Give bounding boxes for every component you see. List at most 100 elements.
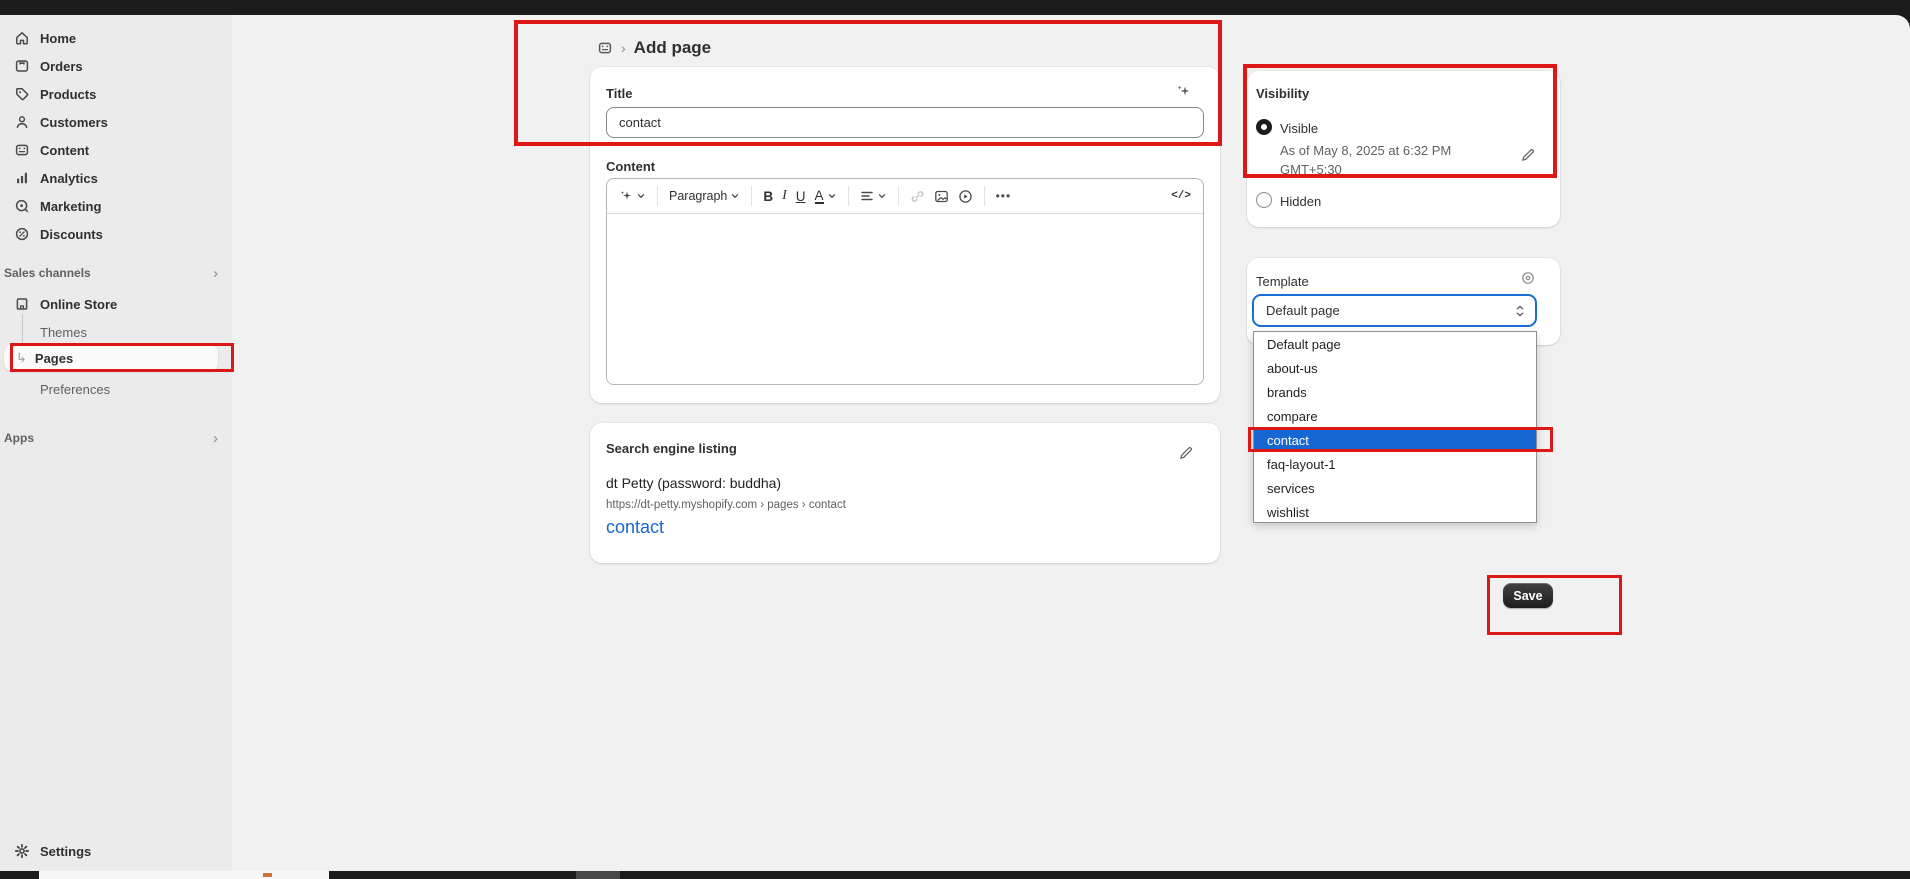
seo-page-link[interactable]: contact: [606, 517, 664, 538]
underline-button[interactable]: U: [796, 189, 806, 204]
visibility-schedule-line2: GMT+5:30: [1280, 162, 1342, 177]
sidebar-item-marketing[interactable]: Marketing: [0, 192, 232, 220]
elbow-arrow-icon: ↳: [16, 350, 27, 366]
apps-header[interactable]: Apps ›: [4, 430, 218, 446]
text-color-label: A: [815, 189, 824, 204]
template-option-default-page[interactable]: Default page: [1254, 332, 1536, 356]
sidebar-item-label: Content: [40, 143, 89, 158]
template-option-faq-layout-1[interactable]: faq-layout-1: [1254, 452, 1536, 476]
chevron-down-icon: [827, 191, 837, 201]
online-store-label: Online Store: [40, 297, 117, 312]
sidebar-item-settings[interactable]: Settings: [0, 838, 232, 864]
customers-icon: [14, 114, 30, 130]
themes-label: Themes: [40, 325, 87, 340]
sidebar-item-products[interactable]: Products: [0, 80, 232, 108]
taskbar-gray-segment: [576, 871, 620, 879]
title-field-label: Title: [606, 86, 633, 101]
sidebar-item-content[interactable]: Content: [0, 136, 232, 164]
sidebar-item-home[interactable]: Home: [0, 24, 232, 52]
sparkle-icon: [619, 189, 633, 203]
title-input[interactable]: [606, 107, 1204, 138]
content-icon: [14, 142, 30, 158]
app-frame: Home Orders Products Customers Content: [0, 15, 1910, 871]
seo-store-title: dt Petty (password: buddha): [606, 475, 781, 491]
breadcrumb: › Add page: [597, 37, 711, 59]
template-option-services[interactable]: services: [1254, 476, 1536, 500]
align-left-icon: [860, 189, 874, 203]
breadcrumb-separator: ›: [621, 40, 626, 56]
marketing-icon: [14, 198, 30, 214]
topbar: [0, 0, 1910, 15]
chevron-down-icon: [877, 191, 887, 201]
sidebar-item-preferences[interactable]: Preferences: [0, 376, 232, 402]
sidebar-item-label: Orders: [40, 59, 83, 74]
hidden-label[interactable]: Hidden: [1280, 194, 1321, 209]
sidebar-item-label: Home: [40, 31, 76, 46]
sidebar-item-label: Analytics: [40, 171, 98, 186]
chevron-down-icon: [730, 191, 740, 201]
content-field-label: Content: [606, 159, 655, 174]
template-select[interactable]: Default page: [1252, 294, 1537, 327]
magic-sparkle-icon[interactable]: [1175, 83, 1192, 100]
template-options-dropdown: Default page about-us brands compare con…: [1253, 331, 1537, 523]
sidebar-item-customers[interactable]: Customers: [0, 108, 232, 136]
link-button[interactable]: [910, 189, 925, 204]
play-circle-icon: [958, 189, 973, 204]
sidebar-item-themes[interactable]: Themes: [0, 319, 232, 345]
toolbar-divider: [657, 186, 658, 206]
analytics-icon: [14, 170, 30, 186]
toolbar-divider: [848, 186, 849, 206]
more-options-button[interactable]: •••: [996, 189, 1012, 203]
home-icon: [14, 30, 30, 46]
sales-channels-header[interactable]: Sales channels ›: [4, 265, 218, 281]
taskbar-light-segment: [39, 871, 329, 879]
template-option-about-us[interactable]: about-us: [1254, 356, 1536, 380]
seo-url: https://dt-petty.myshopify.com › pages ›…: [606, 499, 846, 511]
insert-video-button[interactable]: [958, 189, 973, 204]
toolbar-divider: [751, 186, 752, 206]
visibility-card: Visibility Visible As of May 8, 2025 at …: [1247, 71, 1560, 227]
hidden-radio[interactable]: [1256, 192, 1272, 208]
template-option-compare[interactable]: compare: [1254, 404, 1536, 428]
edit-pencil-icon[interactable]: [1178, 445, 1194, 461]
sidebar-item-pages[interactable]: ↳ Pages: [4, 345, 218, 371]
code-view-button[interactable]: </>: [1171, 190, 1191, 202]
sidebar-item-orders[interactable]: Orders: [0, 52, 232, 80]
editor-toolbar: Paragraph B I U A: [607, 179, 1203, 214]
template-option-brands[interactable]: brands: [1254, 380, 1536, 404]
view-target-icon[interactable]: [1520, 270, 1536, 286]
bold-button[interactable]: B: [763, 189, 773, 204]
visibility-schedule-line1: As of May 8, 2025 at 6:32 PM: [1280, 143, 1451, 158]
link-icon: [910, 189, 925, 204]
chevron-down-icon: [636, 191, 646, 201]
sidebar-item-label: Customers: [40, 115, 108, 130]
products-icon: [14, 86, 30, 102]
chevron-right-icon: ›: [213, 265, 218, 282]
insert-image-button[interactable]: [934, 189, 949, 204]
template-option-contact[interactable]: contact: [1254, 428, 1536, 452]
visible-radio[interactable]: [1256, 119, 1272, 135]
title-content-card: Title Content Paragraph B: [590, 67, 1220, 403]
pages-label: Pages: [35, 351, 73, 366]
sidebar-item-label: Products: [40, 87, 96, 102]
screen: Home Orders Products Customers Content: [0, 0, 1910, 879]
visibility-heading: Visibility: [1256, 86, 1309, 101]
save-button[interactable]: Save: [1503, 583, 1553, 608]
editor-body[interactable]: [607, 214, 1203, 385]
apps-label: Apps: [4, 431, 34, 445]
pages-breadcrumb-icon[interactable]: [597, 40, 613, 56]
sidebar-item-analytics[interactable]: Analytics: [0, 164, 232, 192]
edit-pencil-icon[interactable]: [1520, 147, 1536, 163]
alignment-button[interactable]: [860, 189, 887, 203]
sales-channels-label: Sales channels: [4, 266, 91, 280]
paragraph-style-button[interactable]: Paragraph: [669, 189, 740, 203]
template-heading: Template: [1256, 274, 1309, 289]
sidebar-item-discounts[interactable]: Discounts: [0, 220, 232, 248]
text-color-button[interactable]: A: [815, 189, 837, 204]
sidebar-item-label: Discounts: [40, 227, 103, 242]
template-option-wishlist[interactable]: wishlist: [1254, 500, 1536, 524]
visible-label[interactable]: Visible: [1280, 121, 1318, 136]
ai-assist-button[interactable]: [619, 189, 646, 203]
sidebar-item-online-store[interactable]: Online Store: [0, 291, 232, 317]
italic-button[interactable]: I: [782, 188, 787, 204]
